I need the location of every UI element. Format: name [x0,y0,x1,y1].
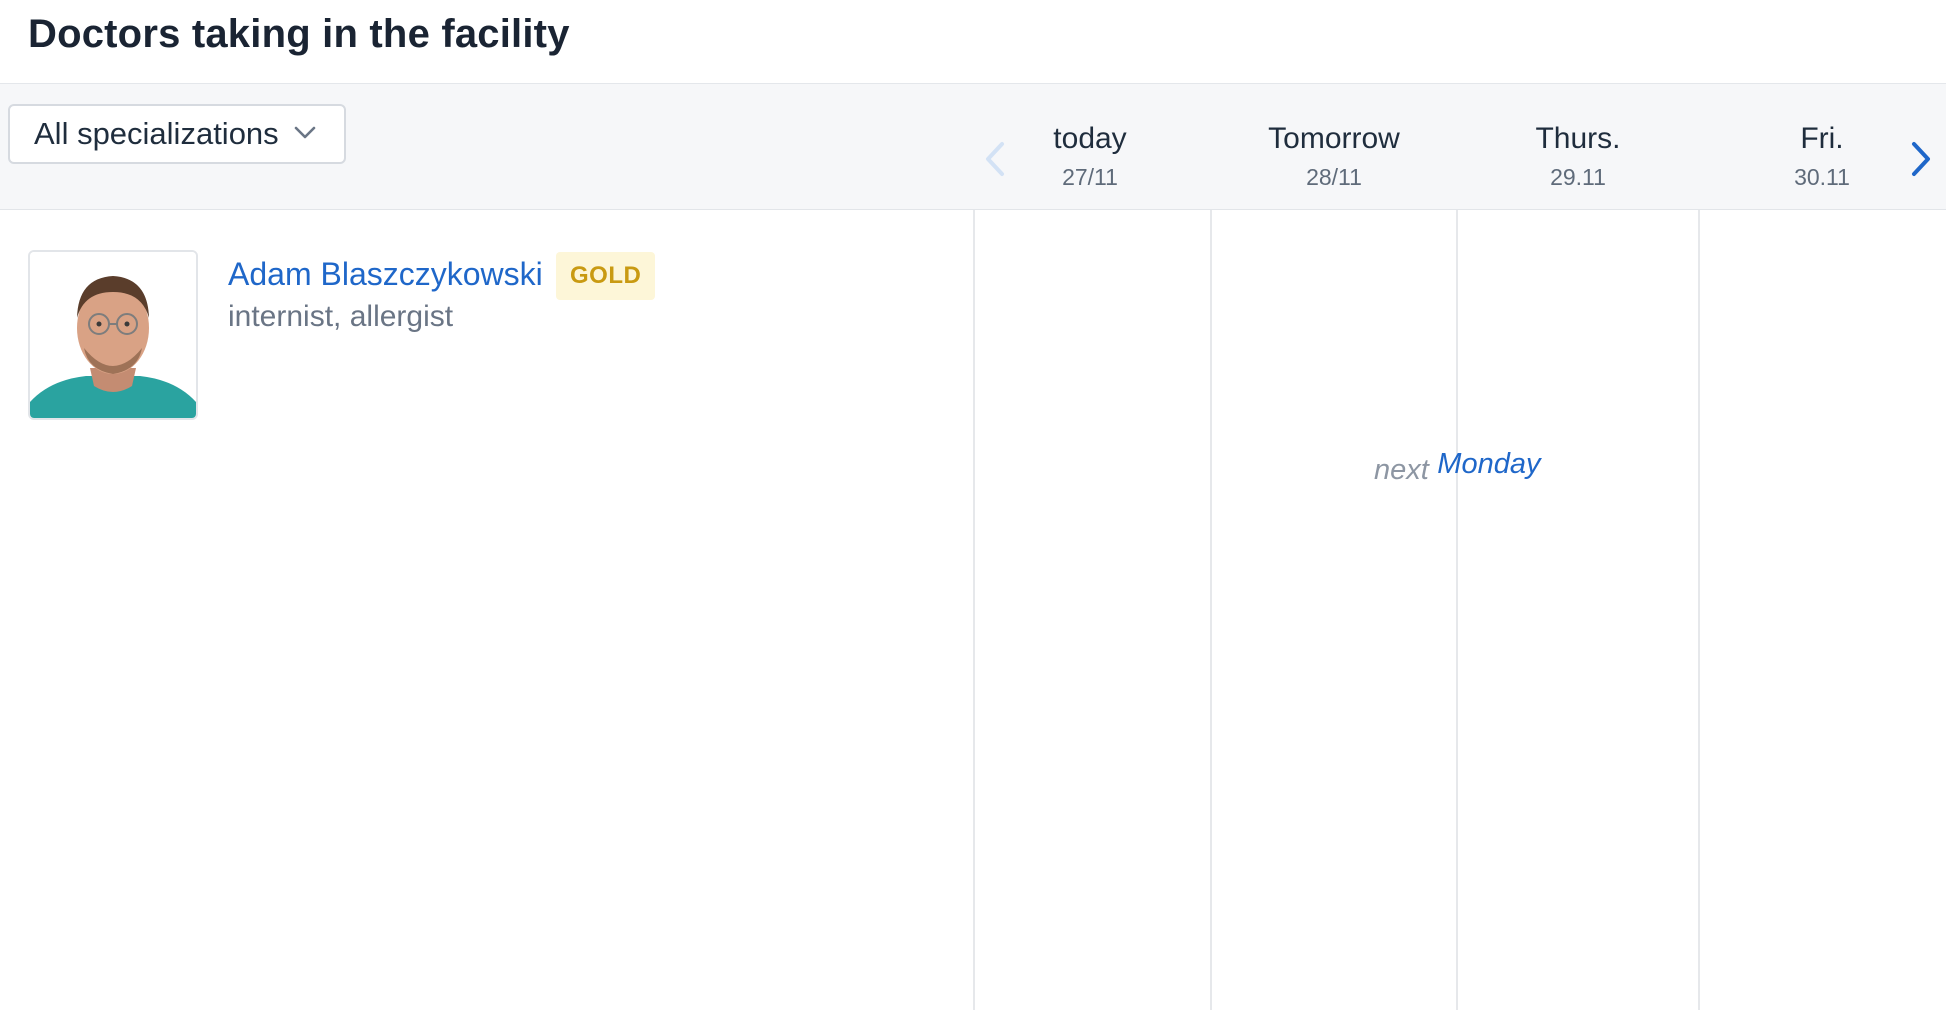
column-divider [973,210,975,1010]
doctor-photo-icon [30,252,196,418]
specialization-dropdown[interactable]: All specializations [8,104,346,164]
column-divider [1698,210,1700,1010]
specialization-dropdown-value: All specializations [34,116,279,151]
next-availability[interactable]: next Monday [1374,448,1540,487]
page-header: Doctors taking in the facility [0,0,1946,84]
day-name: Tomorrow [1268,122,1400,155]
doctor-specializations: internist, allergist [228,300,454,333]
page-title: Doctors taking in the facility [28,12,570,56]
next-availability-prefix: next [1374,454,1429,486]
doctor-avatar[interactable] [28,250,198,420]
chevron-right-icon[interactable] [1906,136,1936,182]
column-divider [1210,210,1212,1010]
day-date: 28/11 [1306,164,1362,190]
day-date: 29.11 [1550,164,1606,190]
calendar-toolbar: All specializations today 27/11 Tomorrow… [0,84,1946,210]
day-header-thursday: Thurs. 29.11 [1458,122,1698,190]
doctor-name-link[interactable]: Adam Blaszczykowski [228,256,543,293]
day-header-tomorrow: Tomorrow 28/11 [1214,122,1454,190]
doctor-card: Adam Blaszczykowski GOLD internist, alle… [28,250,948,430]
chevron-down-icon [294,126,316,139]
day-name: today [1053,122,1127,155]
day-header-today: today 27/11 [970,122,1210,190]
gold-badge: GOLD [556,252,656,300]
next-availability-day[interactable]: Monday [1437,448,1540,480]
day-date: 27/11 [1062,164,1118,190]
day-name: Thurs. [1535,122,1621,155]
column-divider [1456,210,1458,1010]
